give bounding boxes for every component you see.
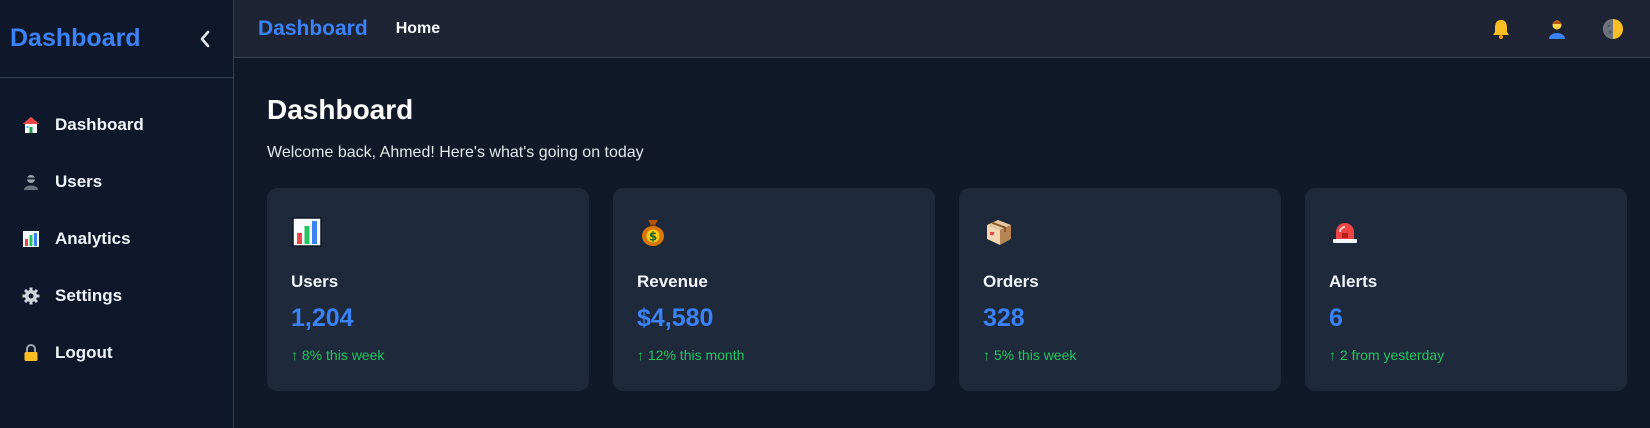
stat-card-value: 1,204 (291, 304, 354, 332)
lock-icon (22, 343, 40, 362)
stat-card-trend: ↑ 12% this month (637, 347, 745, 363)
sidebar-item-label: Dashboard (55, 114, 144, 134)
page-title: Dashboard (267, 94, 414, 125)
sidebar-brand[interactable]: Dashboard (10, 24, 141, 53)
topbar-brand[interactable]: Dashboard (258, 17, 368, 41)
house-icon (22, 116, 40, 134)
stat-card-label: Users (291, 272, 339, 291)
home-link[interactable]: Home (396, 20, 440, 38)
sidebar-item-logout[interactable]: Logout (0, 324, 233, 381)
svg-text:$: $ (649, 230, 657, 244)
sidebar-item-settings[interactable]: Settings (0, 267, 233, 324)
stat-card-value: 328 (983, 304, 1025, 332)
chevron-left-icon[interactable] (195, 27, 215, 51)
sidebar-item-dashboard[interactable]: Dashboard (0, 96, 233, 153)
user-icon (22, 173, 40, 191)
sidebar: Dashboard Dashboard Users Analytics Sett… (0, 0, 234, 428)
bell-icon[interactable] (1488, 16, 1514, 42)
sidebar-header: Dashboard (0, 0, 233, 78)
sidebar-item-label: Logout (55, 342, 113, 362)
main-area: Dashboard Home Dashboard Welcome back, A… (234, 0, 1650, 428)
stat-card-trend: ↑ 2 from yesterday (1329, 347, 1445, 363)
stat-card-trend: ↑ 5% this week (983, 347, 1077, 363)
stat-card-trend: ↑ 8% this week (291, 347, 385, 363)
stat-card-orders: Orders 328 ↑ 5% this week (959, 188, 1281, 391)
sidebar-item-analytics[interactable]: Analytics (0, 210, 233, 267)
sidebar-item-label: Analytics (55, 228, 131, 248)
sidebar-item-users[interactable]: Users (0, 153, 233, 210)
stat-card-label: Orders (983, 272, 1039, 291)
stat-card-value: 6 (1329, 304, 1343, 332)
stat-card-label: Revenue (637, 272, 708, 291)
profile-icon[interactable] (1544, 16, 1570, 42)
sidebar-nav: Dashboard Users Analytics Settings Logou… (0, 78, 233, 381)
bar-chart-icon (22, 230, 40, 248)
topbar: Dashboard Home (234, 0, 1650, 58)
stat-cards: Users 1,204 ↑ 8% this week $ Revenue $4,… (267, 188, 1628, 391)
page-subtitle: Welcome back, Ahmed! Here's what's going… (267, 144, 644, 161)
siren-icon (1329, 216, 1361, 248)
stat-card-users: Users 1,204 ↑ 8% this week (267, 188, 589, 391)
money-bag-icon: $ (637, 216, 669, 248)
stat-card-value: $4,580 (637, 304, 714, 332)
package-icon (983, 216, 1015, 248)
gear-icon (22, 287, 40, 305)
bar-chart-icon (291, 216, 323, 248)
theme-toggle-icon[interactable] (1600, 16, 1626, 42)
sidebar-item-label: Settings (55, 285, 123, 305)
stat-card-alerts: Alerts 6 ↑ 2 from yesterday (1305, 188, 1627, 391)
content: Dashboard Welcome back, Ahmed! Here's wh… (234, 58, 1650, 391)
sidebar-item-label: Users (55, 171, 103, 191)
stat-card-label: Alerts (1329, 272, 1378, 291)
stat-card-revenue: $ Revenue $4,580 ↑ 12% this month (613, 188, 935, 391)
